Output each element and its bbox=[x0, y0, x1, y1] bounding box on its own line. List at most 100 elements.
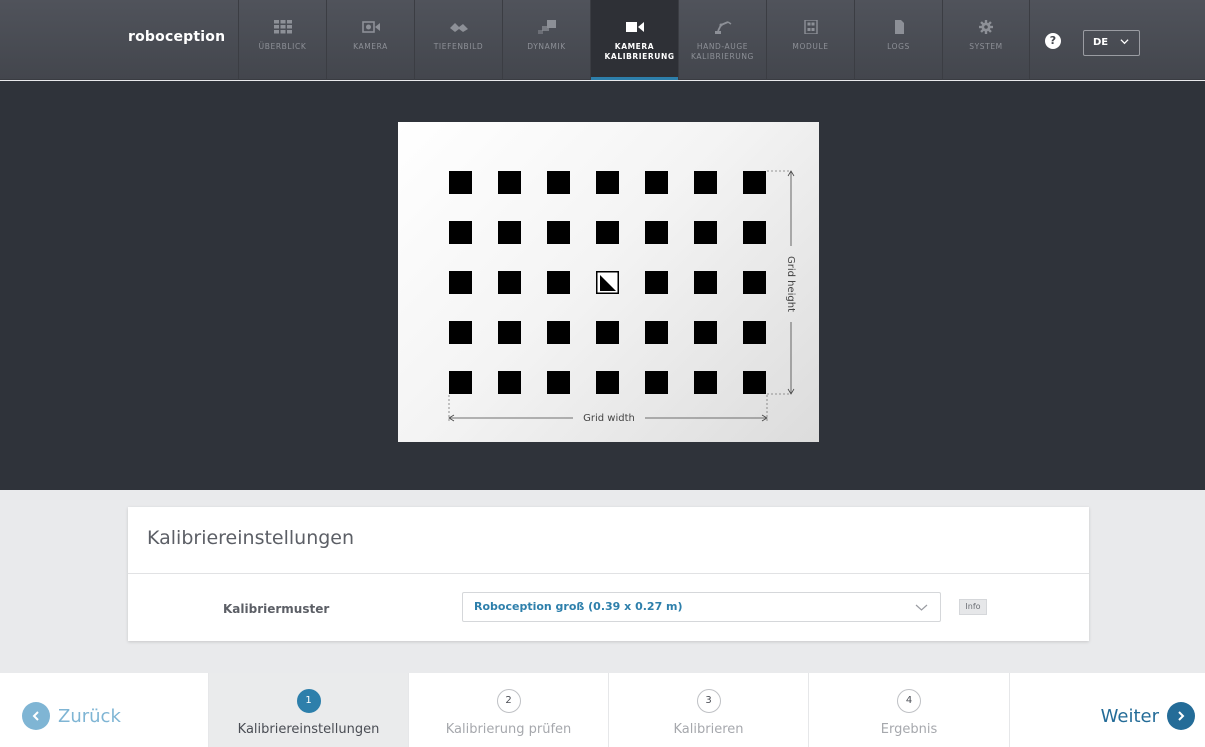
nav-item-system[interactable]: SYSTEM bbox=[942, 0, 1030, 80]
grid-height-label: Grid height bbox=[785, 256, 796, 312]
document-icon bbox=[894, 20, 904, 34]
grid-square bbox=[449, 221, 472, 244]
grid-square bbox=[498, 221, 521, 244]
pattern-label: Kalibriermuster bbox=[223, 602, 330, 616]
nav-item-depth-image[interactable]: TIEFENBILD bbox=[414, 0, 502, 80]
grid-square bbox=[645, 271, 668, 294]
nav-item-label: TIEFENBILD bbox=[433, 42, 484, 51]
step-check-calibration[interactable]: 2 Kalibrierung prüfen bbox=[408, 673, 608, 747]
pattern-select-value: Roboception groß (0.39 x 0.27 m) bbox=[474, 600, 683, 613]
step-label: Kalibrieren bbox=[673, 722, 744, 737]
grid-square bbox=[498, 321, 521, 344]
nav-item-dynamics[interactable]: DYNAMIK bbox=[502, 0, 590, 80]
chevron-right-icon bbox=[1167, 702, 1195, 730]
grid-square bbox=[449, 171, 472, 194]
nav-item-label: DYNAMIK bbox=[527, 42, 566, 51]
grid-square bbox=[547, 371, 570, 394]
help-icon[interactable]: ? bbox=[1045, 33, 1061, 49]
grid-square bbox=[694, 371, 717, 394]
grid-square bbox=[596, 171, 619, 194]
step-number: 4 bbox=[897, 689, 921, 713]
grid-square bbox=[547, 321, 570, 344]
grid-square bbox=[694, 321, 717, 344]
pattern-preview-area: Grid height Grid width bbox=[0, 81, 1205, 490]
calibration-grid: Grid height Grid width bbox=[448, 170, 796, 424]
dynamics-icon bbox=[537, 20, 556, 34]
grid-square bbox=[498, 171, 521, 194]
nav-item-modules[interactable]: MODULE bbox=[766, 0, 854, 80]
robot-arm-icon bbox=[714, 21, 731, 34]
grid-square bbox=[743, 321, 766, 344]
grid-square bbox=[645, 371, 668, 394]
video-camera-icon bbox=[625, 22, 644, 32]
nav-item-label: MODULE bbox=[792, 42, 829, 51]
top-navigation-bar: roboception ÜBERBLICK KAMERA TIEFENBILD bbox=[0, 0, 1205, 80]
calibration-settings-card: Kalibriereinstellungen Kalibriermuster R… bbox=[128, 507, 1089, 641]
nav-item-label: ÜBERBLICK bbox=[258, 42, 307, 51]
nav-item-label: HAND-AUGE KALIBRIERUNG bbox=[691, 42, 754, 61]
next-button[interactable]: Weiter bbox=[1101, 702, 1195, 730]
grid-square bbox=[596, 371, 619, 394]
next-label: Weiter bbox=[1100, 705, 1159, 727]
nav-item-overview[interactable]: ÜBERBLICK bbox=[238, 0, 326, 80]
grid-square bbox=[498, 271, 521, 294]
nav-item-label: KAMERA KALIBRIERUNG bbox=[604, 42, 675, 61]
chevron-down-icon bbox=[915, 604, 928, 611]
wizard-footer: Zurück 1 Kalibriereinstellungen 2 Kalibr… bbox=[0, 673, 1205, 747]
step-label: Ergebnis bbox=[880, 722, 938, 737]
grid-square bbox=[743, 221, 766, 244]
grid-square bbox=[596, 321, 619, 344]
step-number: 1 bbox=[296, 689, 321, 713]
grid-square bbox=[547, 221, 570, 244]
step-label: Kalibrierung prüfen bbox=[445, 722, 572, 737]
step-result[interactable]: 4 Ergebnis bbox=[808, 673, 1010, 747]
calibration-board-image: Grid height Grid width bbox=[398, 122, 819, 442]
grid-square bbox=[449, 271, 472, 294]
grid-square bbox=[694, 271, 717, 294]
step-number: 2 bbox=[496, 689, 521, 713]
grid-square bbox=[743, 371, 766, 394]
step-number: 3 bbox=[696, 689, 721, 713]
main-nav: ÜBERBLICK KAMERA TIEFENBILD DYNAMIK KAME… bbox=[238, 0, 1030, 80]
grid-square bbox=[645, 221, 668, 244]
card-title: Kalibriereinstellungen bbox=[128, 507, 1089, 574]
depth-image-icon bbox=[449, 23, 468, 32]
overview-grid-icon bbox=[273, 20, 292, 34]
nav-item-label: SYSTEM bbox=[969, 42, 1003, 51]
roboception-logo[interactable]: roboception bbox=[128, 29, 225, 45]
grid-square bbox=[449, 371, 472, 394]
back-label: Zurück bbox=[58, 705, 121, 727]
info-button[interactable]: Info bbox=[959, 599, 987, 615]
nav-item-camera-calibration[interactable]: KAMERA KALIBRIERUNG bbox=[590, 0, 678, 80]
grid-square bbox=[547, 271, 570, 294]
grid-square bbox=[645, 171, 668, 194]
nav-item-label: KAMERA bbox=[353, 42, 388, 51]
pattern-select[interactable]: Roboception groß (0.39 x 0.27 m) bbox=[462, 592, 941, 622]
modules-icon bbox=[803, 20, 818, 34]
grid-square bbox=[743, 271, 766, 294]
step-calibrate[interactable]: 3 Kalibrieren bbox=[608, 673, 808, 747]
step-settings[interactable]: 1 Kalibriereinstellungen bbox=[208, 673, 408, 747]
grid-square bbox=[547, 171, 570, 194]
gear-icon bbox=[979, 20, 993, 34]
grid-square bbox=[498, 371, 521, 394]
wizard-steps: 1 Kalibriereinstellungen 2 Kalibrierung … bbox=[208, 673, 1010, 747]
grid-square bbox=[743, 171, 766, 194]
grid-square bbox=[449, 321, 472, 344]
language-select[interactable]: DE bbox=[1083, 30, 1140, 56]
camera-icon bbox=[361, 21, 380, 33]
step-label: Kalibriereinstellungen bbox=[237, 722, 380, 737]
grid-square bbox=[645, 321, 668, 344]
grid-square bbox=[694, 171, 717, 194]
language-value: DE bbox=[1093, 37, 1109, 48]
grid-width-label: Grid width bbox=[583, 413, 635, 424]
grid-square bbox=[694, 221, 717, 244]
nav-item-camera[interactable]: KAMERA bbox=[326, 0, 414, 80]
chevron-down-icon bbox=[1120, 39, 1129, 45]
nav-item-label: LOGS bbox=[887, 42, 910, 51]
nav-item-hand-eye-calibration[interactable]: HAND-AUGE KALIBRIERUNG bbox=[678, 0, 766, 80]
grid-square bbox=[596, 221, 619, 244]
chevron-left-icon bbox=[22, 702, 50, 730]
nav-item-logs[interactable]: LOGS bbox=[854, 0, 942, 80]
back-button[interactable]: Zurück bbox=[22, 702, 121, 730]
